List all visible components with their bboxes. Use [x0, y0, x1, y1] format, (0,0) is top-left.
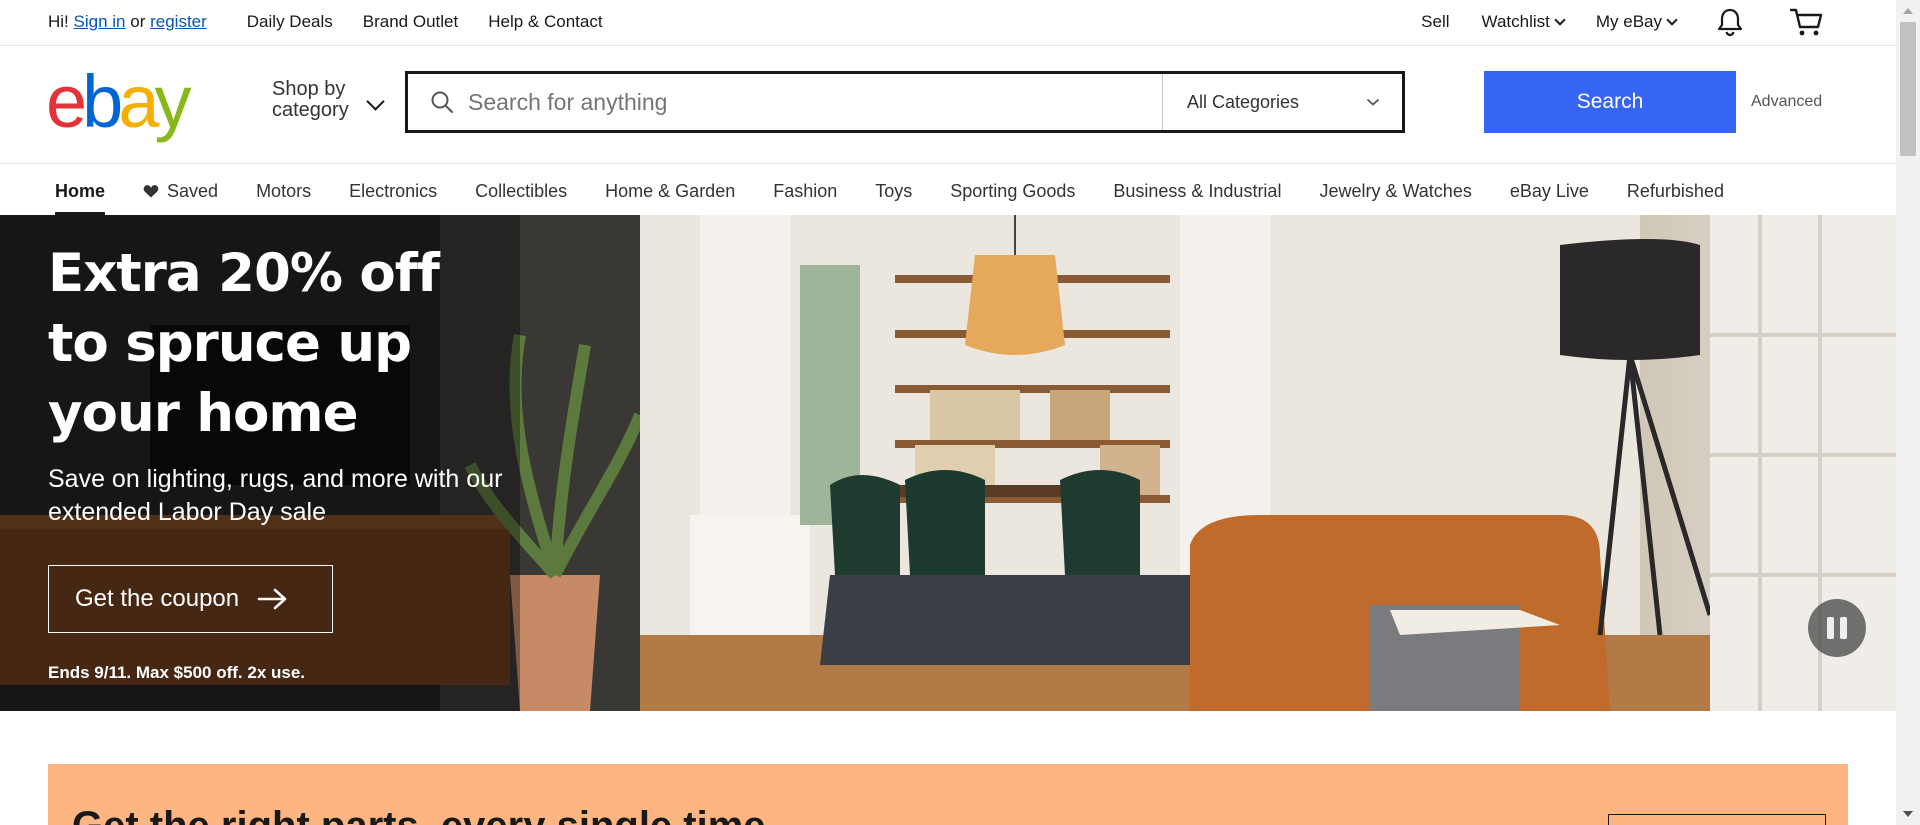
page-scrollbar[interactable]	[1896, 0, 1920, 825]
scroll-down-arrow-icon[interactable]	[1903, 811, 1913, 817]
nav-item-jewelry-watches[interactable]: Jewelry & Watches	[1319, 179, 1471, 203]
shop-by-label: Shop by	[272, 78, 346, 100]
chevron-down-icon	[1666, 13, 1678, 26]
top-right-links: Sell Watchlist My eBay	[1389, 7, 1824, 37]
nav-item-saved-label: Saved	[167, 180, 219, 201]
nav-item-ebay-live[interactable]: eBay Live	[1510, 179, 1589, 203]
nav-item-motors[interactable]: Motors	[256, 179, 311, 203]
scrollbar-thumb[interactable]	[1900, 22, 1916, 156]
nav-item-collectibles[interactable]: Collectibles	[475, 179, 567, 203]
arrow-right-icon	[257, 588, 287, 610]
hero-subtitle: Save on lighting, rugs, and more with ou…	[48, 465, 503, 526]
nav-item-home-garden[interactable]: Home & Garden	[605, 179, 735, 203]
page: Hi! Sign in or register Daily Deals Bran…	[0, 0, 1920, 825]
promo-banner[interactable]: Get the right parts, every single time	[48, 764, 1848, 825]
top-utility-bar: Hi! Sign in or register Daily Deals Bran…	[0, 0, 1896, 46]
top-left-links: Hi! Sign in or register Daily Deals Bran…	[48, 12, 603, 32]
search-bar: All Categories	[405, 71, 1405, 133]
nav-item-refurbished[interactable]: Refurbished	[1627, 179, 1724, 203]
pause-icon	[1827, 617, 1834, 639]
category-label: category	[272, 99, 349, 121]
logo-letter-b: b	[82, 60, 123, 143]
search-icon	[431, 91, 453, 113]
category-nav: Home Saved Motors Electronics Collectibl…	[0, 165, 1896, 215]
my-ebay-menu[interactable]: My eBay	[1595, 12, 1678, 32]
nav-item-saved[interactable]: Saved	[143, 179, 218, 203]
nav-item-toys[interactable]: Toys	[875, 179, 912, 203]
scroll-up-arrow-icon[interactable]	[1903, 8, 1913, 14]
nav-item-business-industrial[interactable]: Business & Industrial	[1113, 179, 1281, 203]
sell-label: Sell	[1421, 12, 1450, 31]
hero-fine-print: Ends 9/11. Max $500 off. 2x use.	[48, 663, 306, 682]
nav-item-electronics[interactable]: Electronics	[349, 179, 437, 203]
hero-banner[interactable]: Extra 20% off to spruce up your home Sav…	[0, 215, 1896, 711]
sell-link[interactable]: Sell	[1421, 12, 1449, 32]
promo-title: Get the right parts, every single time	[72, 804, 766, 825]
greeting-text: Hi!	[48, 12, 69, 31]
hero-title: Extra 20% off to spruce up your home	[48, 243, 440, 444]
search-input[interactable]	[468, 88, 1028, 116]
search-field[interactable]	[408, 74, 1162, 130]
or-text: or	[130, 12, 146, 31]
chevron-down-icon	[1366, 98, 1380, 106]
chevron-down-icon[interactable]	[366, 92, 385, 111]
pause-carousel-button[interactable]	[1808, 599, 1866, 657]
watchlist-label: Watchlist	[1481, 12, 1550, 31]
sign-in-link[interactable]: Sign in	[74, 12, 126, 32]
get-coupon-button[interactable]: Get the coupon	[48, 565, 333, 633]
main-header: ebay Shop by category All Categories Sea…	[0, 47, 1896, 164]
daily-deals-link[interactable]: Daily Deals	[247, 12, 333, 32]
search-button[interactable]: Search	[1484, 71, 1736, 133]
category-select-value: All Categories	[1187, 91, 1300, 112]
bell-icon[interactable]	[1716, 7, 1744, 37]
heart-icon	[143, 185, 159, 198]
pause-icon-bar	[1840, 617, 1847, 639]
cart-icon[interactable]	[1790, 7, 1824, 37]
shop-by-category-button[interactable]: Shop by category	[272, 79, 349, 121]
nav-item-home[interactable]: Home	[55, 179, 106, 215]
register-link[interactable]: register	[150, 12, 207, 32]
category-select[interactable]: All Categories	[1162, 74, 1402, 130]
watchlist-menu[interactable]: Watchlist	[1481, 12, 1566, 32]
advanced-search-link[interactable]: Advanced	[1751, 93, 1822, 111]
logo-letter-a: a	[118, 60, 159, 143]
nav-item-fashion[interactable]: Fashion	[773, 179, 837, 203]
brand-outlet-link[interactable]: Brand Outlet	[363, 12, 458, 32]
get-coupon-label: Get the coupon	[75, 585, 240, 612]
chevron-down-icon	[1554, 13, 1566, 26]
promo-button[interactable]	[1608, 814, 1826, 825]
help-contact-link[interactable]: Help & Contact	[488, 12, 602, 32]
nav-item-sporting-goods[interactable]: Sporting Goods	[950, 179, 1075, 203]
logo-letter-e: e	[46, 60, 87, 143]
my-ebay-label: My eBay	[1595, 12, 1662, 31]
ebay-logo[interactable]: ebay	[46, 65, 191, 139]
logo-letter-y: y	[154, 60, 191, 143]
